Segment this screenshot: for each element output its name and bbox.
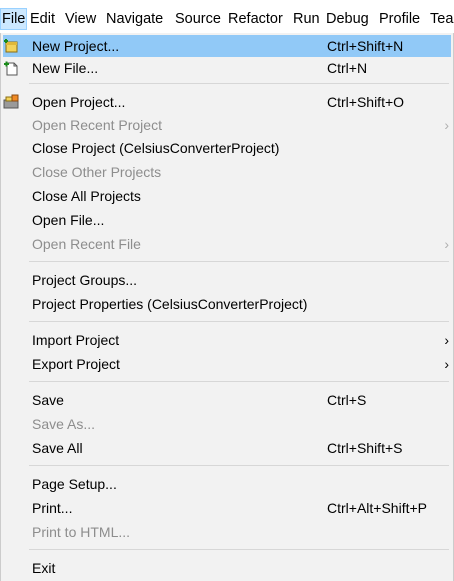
shortcut-label: Ctrl+Shift+O — [327, 94, 405, 110]
menu-separator — [29, 261, 449, 262]
shortcut-label: Ctrl+N — [327, 60, 368, 76]
menu-item-save-as: Save As... — [3, 413, 451, 435]
menu-bar: File Edit View Navigate Source Refactor … — [0, 0, 454, 37]
menu-item-label: Save — [32, 392, 64, 408]
menubar-file[interactable]: File — [0, 8, 28, 30]
menu-item-label: Close Other Projects — [32, 164, 162, 180]
open-project-icon — [3, 94, 19, 109]
menubar-view[interactable]: View — [65, 9, 96, 29]
menubar-run[interactable]: Run — [293, 9, 320, 29]
menu-separator — [29, 83, 449, 84]
menubar-source[interactable]: Source — [175, 9, 221, 29]
menu-separator — [29, 321, 449, 322]
menu-item-open-project[interactable]: Open Project... Ctrl+Shift+O — [3, 91, 451, 113]
menu-item-save[interactable]: Save Ctrl+S — [3, 389, 451, 411]
menu-separator — [29, 465, 449, 466]
menu-separator — [29, 381, 449, 382]
shortcut-label: Ctrl+Shift+S — [327, 440, 403, 456]
menubar-debug[interactable]: Debug — [326, 9, 369, 29]
menu-item-save-all[interactable]: Save All Ctrl+Shift+S — [3, 437, 451, 459]
menu-item-new-file[interactable]: New File... Ctrl+N — [3, 57, 451, 79]
menu-item-label: Close All Projects — [32, 188, 141, 204]
menu-item-project-groups[interactable]: Project Groups... — [3, 269, 451, 291]
menu-item-open-recent-project: Open Recent Project › — [3, 114, 451, 136]
menu-item-close-all-projects[interactable]: Close All Projects — [3, 185, 451, 207]
menu-item-exit[interactable]: Exit — [3, 557, 451, 579]
submenu-arrow-icon: › — [444, 332, 449, 348]
menu-item-close-other-projects: Close Other Projects — [3, 161, 451, 183]
shortcut-label: Ctrl+Shift+N — [327, 38, 404, 54]
menu-item-label: Project Groups... — [32, 272, 138, 288]
menubar-team[interactable]: Tea — [430, 9, 453, 29]
submenu-arrow-icon: › — [444, 356, 449, 372]
menu-item-label: Print... — [32, 500, 73, 516]
menubar-refactor[interactable]: Refactor — [228, 9, 283, 29]
menu-item-label: Close Project (CelsiusConverterProject) — [32, 140, 280, 156]
menu-item-label: Open Recent File — [32, 236, 141, 252]
new-file-icon — [4, 61, 18, 76]
menu-item-print-to-html: Print to HTML... — [3, 521, 451, 543]
menu-item-label: Open Recent Project — [32, 117, 162, 133]
menu-item-label: New File... — [32, 60, 99, 76]
menu-item-import-project[interactable]: Import Project › — [3, 329, 451, 351]
menu-item-label: Exit — [32, 560, 56, 576]
menu-item-label: Save All — [32, 440, 83, 456]
menu-item-open-file[interactable]: Open File... — [3, 209, 451, 231]
menu-item-print[interactable]: Print... Ctrl+Alt+Shift+P — [3, 497, 451, 519]
menubar-edit[interactable]: Edit — [30, 9, 55, 29]
file-menu-dropdown: New Project... Ctrl+Shift+N New File... … — [0, 33, 454, 581]
submenu-arrow-icon: › — [444, 117, 449, 133]
menu-item-label: Export Project — [32, 356, 120, 372]
shortcut-label: Ctrl+Alt+Shift+P — [327, 500, 427, 516]
menu-item-label: Open File... — [32, 212, 105, 228]
submenu-arrow-icon: › — [444, 236, 449, 252]
menu-item-export-project[interactable]: Export Project › — [3, 353, 451, 375]
menu-item-label: Save As... — [32, 416, 96, 432]
menu-item-open-recent-file: Open Recent File › — [3, 233, 451, 255]
menubar-profile[interactable]: Profile — [379, 9, 420, 29]
menu-item-page-setup[interactable]: Page Setup... — [3, 473, 451, 495]
menu-item-label: New Project... — [32, 38, 120, 54]
menubar-navigate[interactable]: Navigate — [106, 9, 163, 29]
shortcut-label: Ctrl+S — [327, 392, 367, 408]
menu-item-new-project[interactable]: New Project... Ctrl+Shift+N — [3, 35, 451, 57]
menu-separator — [29, 549, 449, 550]
menu-item-label: Project Properties (CelsiusConverterProj… — [32, 296, 308, 312]
menu-item-label: Print to HTML... — [32, 524, 131, 540]
new-project-icon — [4, 39, 18, 53]
menu-item-project-properties[interactable]: Project Properties (CelsiusConverterProj… — [3, 293, 451, 315]
menu-item-label: Page Setup... — [32, 476, 117, 492]
menu-item-close-project[interactable]: Close Project (CelsiusConverterProject) — [3, 137, 451, 159]
menu-item-label: Open Project... — [32, 94, 126, 110]
menu-item-label: Import Project — [32, 332, 120, 348]
